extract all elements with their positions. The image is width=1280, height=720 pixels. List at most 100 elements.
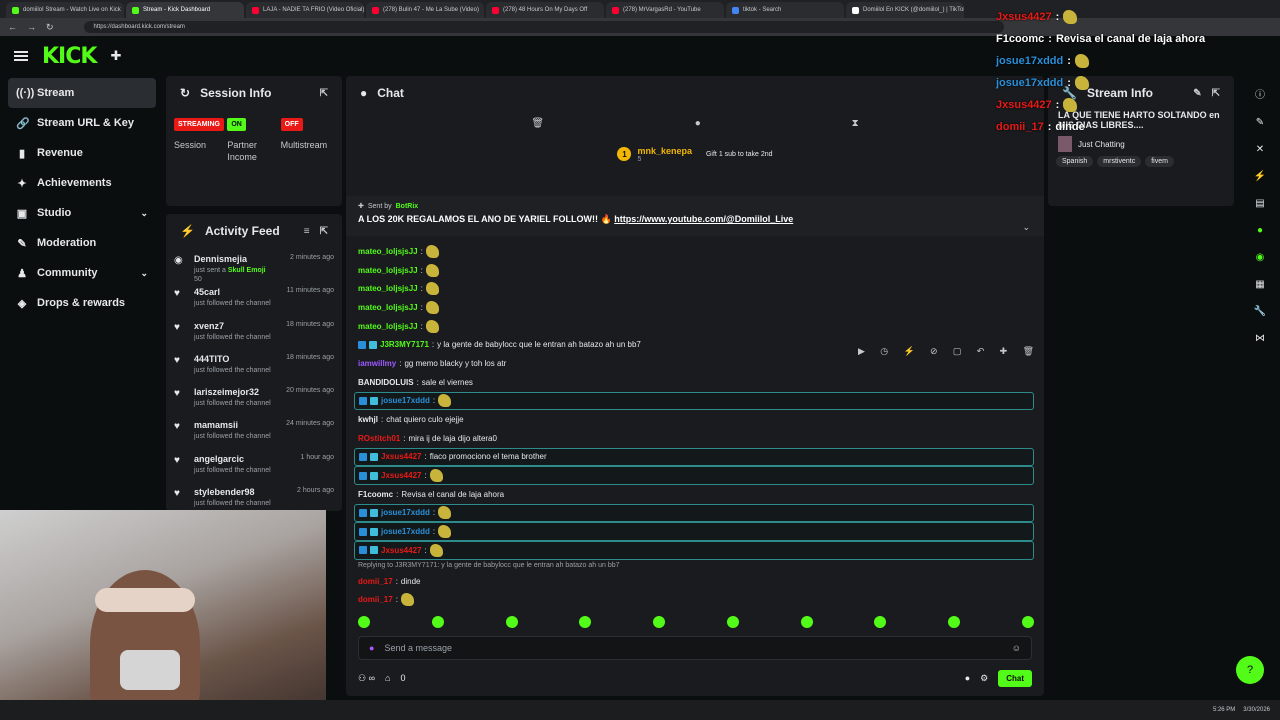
chat-message[interactable]: Jxsus4427:	[354, 466, 1034, 485]
close-icon[interactable]: ✕	[1256, 144, 1264, 155]
wrench-icon[interactable]: 🔧	[1254, 306, 1266, 317]
quick-emote-icon[interactable]	[505, 616, 518, 628]
play-icon[interactable]: ▶	[858, 346, 865, 357]
browser-tab[interactable]: (278) Bulin 47 - Me La Sube (Video)	[366, 2, 484, 18]
sidebar-item-achievements[interactable]: ✦ Achievements	[8, 168, 156, 198]
chat-username[interactable]: ROstitch01	[358, 434, 400, 443]
feed-username[interactable]: Dennismejia	[194, 254, 247, 264]
quick-emote-icon[interactable]	[800, 616, 813, 628]
trash-icon[interactable]: 🗑	[531, 118, 544, 129]
chat-username[interactable]: josue17xddd	[381, 396, 430, 405]
chat-username[interactable]: BANDIDOLUIS	[358, 378, 414, 387]
quick-emote-icon[interactable]	[579, 616, 592, 628]
bot-name[interactable]: BotRix	[396, 203, 419, 210]
browser-tab[interactable]: tiktok - Search	[726, 2, 844, 18]
filter-icon[interactable]: ≡	[304, 226, 310, 237]
quick-emote-icon[interactable]	[874, 616, 887, 628]
quick-emote-icon[interactable]	[358, 616, 370, 628]
chat-message[interactable]: ROstitch01: mira ij de laja dijo altera0	[346, 429, 1044, 448]
stream-tag[interactable]: mrstiventc	[1097, 156, 1142, 167]
chat-username[interactable]: mateo_loljsjsJJ	[358, 303, 418, 312]
chevron-down-icon[interactable]: ⌄	[140, 208, 148, 219]
chat-username[interactable]: J3R3MY7171	[380, 340, 429, 349]
chat-icon[interactable]: ●	[695, 118, 701, 129]
chat-username[interactable]: domii_17	[358, 577, 393, 586]
layers-icon[interactable]: ▦	[1255, 279, 1264, 290]
feed-username[interactable]: 45carl	[194, 287, 220, 297]
forward-icon[interactable]: →	[27, 22, 36, 32]
browser-tab[interactable]: (278) MrVargasRd - YouTube	[606, 2, 724, 18]
sidebar-item-drops-rewards[interactable]: ◈ Drops & rewards	[8, 288, 156, 318]
help-button[interactable]: ?	[1236, 656, 1264, 684]
hourglass-icon[interactable]: ⧗	[852, 118, 859, 129]
feed-username[interactable]: angelgarcic	[194, 454, 244, 464]
quick-emote-icon[interactable]	[948, 616, 961, 628]
bolt-icon[interactable]: ⚡	[1254, 171, 1266, 182]
chat-message[interactable]: F1coomc: Revisa el canal de laja ahora	[346, 485, 1044, 504]
chat-username[interactable]: mateo_loljsjsJJ	[358, 284, 418, 293]
browser-tab[interactable]: Stream - Kick Dashboard	[126, 2, 244, 18]
feed-username[interactable]: stylebender98	[194, 487, 255, 497]
chat-message[interactable]: mateo_loljsjsJJ:	[346, 261, 1044, 280]
browser-tab[interactable]: (278) 48 Hours On My Days Off	[486, 2, 604, 18]
chat-username[interactable]: mateo_loljsjsJJ	[358, 247, 418, 256]
chat-username[interactable]: iamwillmy	[358, 359, 396, 368]
chat-username[interactable]: josue17xddd	[381, 527, 430, 536]
gift-user[interactable]: mnk_kenepa	[637, 146, 692, 156]
chat-username[interactable]: mateo_loljsjsJJ	[358, 266, 418, 275]
quick-emote-icon[interactable]	[431, 616, 444, 628]
clock-icon[interactable]: ◷	[880, 346, 888, 357]
popout-icon[interactable]: ⇱	[320, 226, 328, 237]
chat-bubble-icon[interactable]: ●	[965, 673, 970, 683]
chevron-down-icon[interactable]: ⌄	[140, 268, 148, 279]
quick-emote-icon[interactable]	[653, 616, 666, 628]
users-icon[interactable]: ⚇ ∞	[358, 673, 375, 684]
back-icon[interactable]: ←	[8, 22, 17, 32]
kick-logo[interactable]: KICK	[42, 44, 97, 69]
pinned-link[interactable]: https://www.youtube.com/@DomiiloI_Live	[614, 214, 793, 224]
address-bar[interactable]: https://dashboard.kick.com/stream	[83, 21, 1004, 33]
mic-icon[interactable]: ●	[369, 643, 374, 653]
chat-username[interactable]: F1coomc	[358, 490, 393, 499]
popout-icon[interactable]: ⇱	[320, 88, 328, 99]
slash-icon[interactable]: ⚡	[903, 346, 914, 357]
chat-message[interactable]: mateo_loljsjsJJ:	[346, 298, 1044, 317]
send-chat-button[interactable]: Chat	[998, 669, 1032, 687]
chat-message[interactable]: mateo_loljsjsJJ:	[346, 317, 1044, 336]
feed-username[interactable]: lariszeimejor32	[194, 387, 259, 397]
chat-message[interactable]: josue17xddd:	[354, 391, 1034, 411]
sidebar-item-community[interactable]: ♟ Community ⌄	[8, 258, 156, 288]
chat-message[interactable]: Jxsus4427:	[354, 541, 1034, 560]
quick-emote-icon[interactable]	[1021, 616, 1034, 628]
feed-username[interactable]: 444TITO	[194, 354, 229, 364]
chat-message[interactable]: mateo_loljsjsJJ:	[346, 279, 1044, 298]
chat-message[interactable]: josue17xddd:	[354, 503, 1034, 523]
chat-message[interactable]: domii_17: dinde	[346, 572, 1044, 591]
chat-message[interactable]: mateo_loljsjsJJ:	[346, 242, 1044, 261]
broadcast-icon[interactable]: ◉	[1256, 252, 1265, 263]
sidebar-item-stream[interactable]: ((·)) Stream	[8, 78, 156, 108]
chat-username[interactable]: domii_17	[358, 595, 393, 604]
reload-icon[interactable]: ↻	[46, 22, 54, 33]
chat-username[interactable]: Jxsus4427	[381, 452, 421, 461]
doc-icon[interactable]: ▤	[1255, 198, 1264, 209]
chat-message[interactable]: kwhjl: chat quiero culo ejejje	[346, 410, 1044, 429]
sidebar-item-moderation[interactable]: ✎ Moderation	[8, 228, 156, 258]
chat-message[interactable]: josue17xddd:	[354, 522, 1034, 541]
browser-tab[interactable]: Domiilol En KICK (@domiilol_) | TikTok	[846, 2, 964, 18]
chat-username[interactable]: Jxsus4427	[381, 471, 421, 480]
emoji-icon[interactable]: ☺	[1012, 643, 1021, 653]
chat-username[interactable]: Jxsus4427	[381, 546, 421, 555]
chat-message[interactable]: BANDIDOLUIS: sale el viernes	[346, 373, 1044, 392]
stream-tag[interactable]: Spanish	[1056, 156, 1094, 167]
chat-username[interactable]: mateo_loljsjsJJ	[358, 322, 418, 331]
sidebar-item-stream-url-key[interactable]: 🔗 Stream URL & Key	[8, 108, 156, 138]
ban-icon[interactable]: ⊘	[930, 346, 938, 357]
chat-icon[interactable]: ●	[1257, 225, 1263, 236]
menu-icon[interactable]	[14, 51, 28, 61]
gear-icon[interactable]: ⚙	[980, 673, 988, 684]
copy-icon[interactable]: ▢	[953, 346, 962, 357]
store-icon[interactable]: ⌂	[385, 673, 390, 683]
browser-tab[interactable]: domiiloI Stream - Watch Live on Kick	[6, 2, 124, 18]
chat-username[interactable]: kwhjl	[358, 415, 378, 424]
